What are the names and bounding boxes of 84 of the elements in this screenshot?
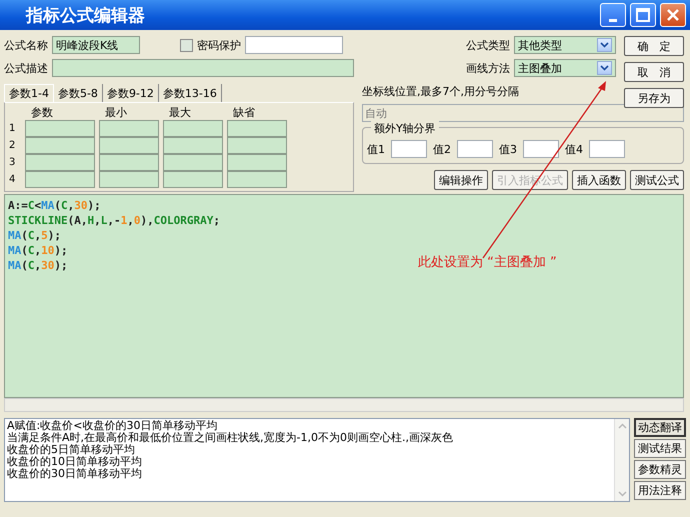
explanation-line: 收盘价的30日简单移动平均 [7, 468, 143, 480]
view-button[interactable]: 动态翻译 [634, 418, 686, 437]
password-field[interactable] [245, 36, 343, 54]
field-label: 公式类型 [466, 38, 510, 52]
tool-button[interactable]: 编辑操作 [434, 170, 488, 190]
row-number: 1 [9, 123, 16, 134]
group-title: 额外Y轴分界 [371, 121, 439, 136]
param-field[interactable] [163, 120, 223, 137]
code-line: MA(C,5); [8, 229, 61, 244]
param-field[interactable] [25, 171, 95, 188]
params-tab[interactable]: 参数5-8 [54, 84, 103, 102]
maximize-icon [636, 8, 650, 22]
code-editor[interactable]: A:=C<MA(C,30); STICKLINE(A,H,L,-1,0),COLORGRAY; MA(C,5); MA(C,10); MA(C,30); 此处设置为 “主图叠加 ” [4, 194, 684, 398]
explanation-line: A赋值:收盘价<收盘价的30日简单移动平均 [7, 420, 218, 432]
code-line: MA(C,30); [8, 259, 68, 274]
checkbox-label: 密码保护 [197, 38, 241, 52]
scroll-up-icon[interactable] [618, 423, 626, 429]
param-field[interactable] [227, 171, 287, 188]
chevron-down-icon [600, 65, 609, 71]
minimize-button[interactable] [600, 3, 626, 27]
explanation-line: 收盘价的5日简单移动平均 [7, 444, 136, 456]
name-field[interactable]: 明峰波段K线 [52, 36, 140, 54]
close-icon [666, 8, 680, 22]
param-field[interactable] [99, 171, 159, 188]
column-header: 最大 [168, 105, 192, 120]
dialog-button[interactable]: 取 消 [624, 62, 684, 82]
field-label: 公式名称 [4, 38, 48, 52]
params-tab[interactable]: 参数9-12 [102, 84, 159, 102]
vertical-scrollbar[interactable] [614, 419, 629, 501]
row-number: 3 [9, 157, 16, 168]
column-header: 参数 [30, 105, 54, 120]
close-button[interactable] [660, 3, 686, 27]
value-field[interactable] [391, 140, 427, 158]
explanation-line: 当满足条件A时,在最高价和最低价位置之间画柱状线,宽度为-1,0不为0则画空心柱.,画深灰色 [7, 432, 454, 444]
param-field[interactable] [163, 154, 223, 171]
field-label: 画线方法 [466, 60, 510, 76]
minimize-icon [609, 18, 617, 22]
row-number: 2 [9, 140, 16, 151]
params-tab[interactable]: 参数1-4 [4, 84, 54, 102]
code-line: STICKLINE(A,H,L,-1,0),COLORGRAY; [8, 214, 220, 229]
chevron-down-icon [600, 42, 609, 48]
code-line: A:=C<MA(C,30); [8, 199, 101, 214]
maximize-button[interactable] [630, 3, 656, 27]
tool-button[interactable]: 测试公式 [630, 170, 684, 190]
column-header: 最小 [104, 105, 128, 120]
field-label: 公式描述 [4, 60, 48, 76]
value-field[interactable] [523, 140, 559, 158]
param-field[interactable] [99, 137, 159, 154]
param-field[interactable] [163, 171, 223, 188]
password-checkbox[interactable] [180, 38, 193, 52]
value-field[interactable] [589, 140, 625, 158]
param-field[interactable] [227, 120, 287, 137]
type-dropdown[interactable]: 其他类型 [514, 36, 616, 54]
value-label: 值3 [499, 142, 517, 156]
view-button[interactable]: 参数精灵 [634, 460, 686, 479]
param-field[interactable] [227, 137, 287, 154]
explanation-line: 收盘价的10日简单移动平均 [7, 456, 143, 468]
param-field[interactable] [227, 154, 287, 171]
description-field[interactable] [52, 59, 354, 77]
param-field[interactable] [99, 120, 159, 137]
dialog-button[interactable]: 确 定 [624, 36, 684, 56]
param-field[interactable] [25, 120, 95, 137]
param-field[interactable] [25, 154, 95, 171]
value-field[interactable] [457, 140, 493, 158]
draw-method-dropdown[interactable]: 主图叠加 [514, 59, 616, 77]
column-header: 缺省 [232, 105, 256, 120]
param-field[interactable] [163, 137, 223, 154]
view-button[interactable]: 用法注释 [634, 481, 686, 500]
param-field[interactable] [25, 137, 95, 154]
params-tab[interactable]: 参数13-16 [158, 84, 222, 102]
window-title: 指标公式编辑器 [24, 4, 146, 26]
horizontal-scrollbar[interactable] [4, 398, 684, 412]
tool-button[interactable]: 插入函数 [572, 170, 626, 190]
scroll-down-icon[interactable] [618, 491, 626, 497]
row-number: 4 [9, 174, 16, 185]
view-button[interactable]: 测试结果 [634, 439, 686, 458]
annotation-text: 此处设置为 “主图叠加 ” [418, 254, 557, 271]
axis-field[interactable]: 自动 [362, 104, 684, 122]
value-label: 值4 [565, 142, 583, 156]
param-field[interactable] [99, 154, 159, 171]
axis-label: 坐标线位置,最多7个,用分号分隔 [362, 84, 520, 99]
value-label: 值2 [433, 142, 451, 156]
value-label: 值1 [367, 142, 385, 156]
code-line: MA(C,10); [8, 244, 68, 259]
